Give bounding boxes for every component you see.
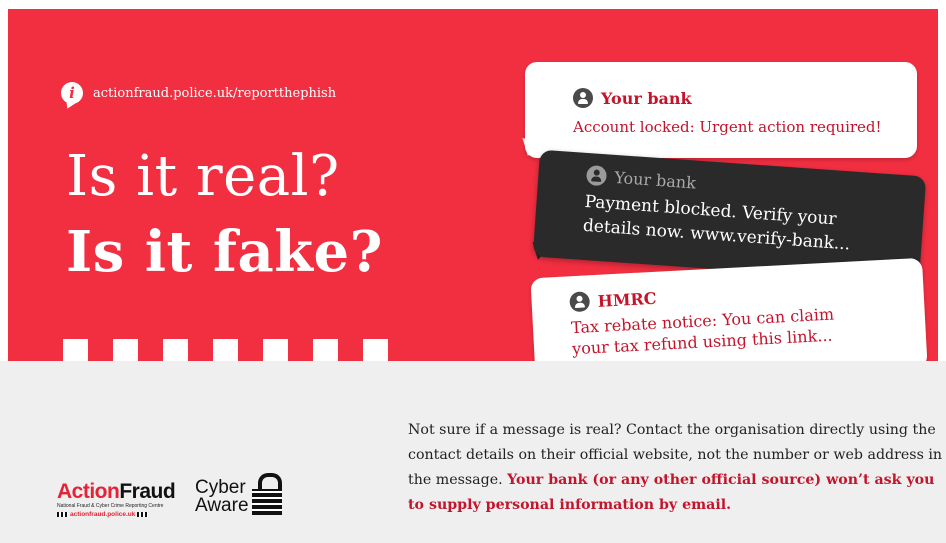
user-avatar-icon	[569, 291, 591, 313]
checker-icon	[137, 512, 149, 517]
action-fraud-url: actionfraud.police.uk	[57, 511, 175, 518]
advice-text: Not sure if a message is real? Contact t…	[408, 422, 943, 513]
message-sender: Your bank	[573, 88, 692, 108]
action-fraud-subtitle: National Fraud & Cyber Crime Reporting C…	[57, 503, 164, 509]
action-fraud-title: ActionFraud	[57, 480, 176, 503]
message-text: Tax rebate notice: You can claim your ta…	[570, 304, 835, 359]
headline-real: Is it real?	[66, 144, 340, 209]
headline-fake: Is it fake?	[66, 219, 383, 285]
cyber-aware-logo: Cyber Aware	[195, 473, 282, 515]
message-sender: Your bank	[585, 164, 697, 193]
message-text: Payment blocked. Verify your details now…	[582, 191, 851, 255]
checker-icon	[57, 512, 68, 517]
message-bubble-bank: Your bank Account locked: Urgent action …	[525, 62, 917, 158]
message-text: Account locked: Urgent action required!	[573, 118, 882, 136]
padlock-icon	[250, 473, 284, 515]
user-avatar-icon	[573, 88, 593, 108]
user-avatar-icon	[585, 164, 608, 187]
report-link[interactable]: i actionfraud.police.uk/reportthephish	[61, 82, 336, 104]
report-url: actionfraud.police.uk/reportthephish	[93, 85, 337, 101]
message-sender: HMRC	[569, 288, 657, 313]
checker-pattern	[63, 339, 403, 361]
poster: i actionfraud.police.uk/reportthephish I…	[0, 0, 946, 543]
info-icon: i	[61, 82, 83, 104]
action-fraud-logo: ActionFraud National Fraud & Cyber Crime…	[57, 480, 176, 518]
